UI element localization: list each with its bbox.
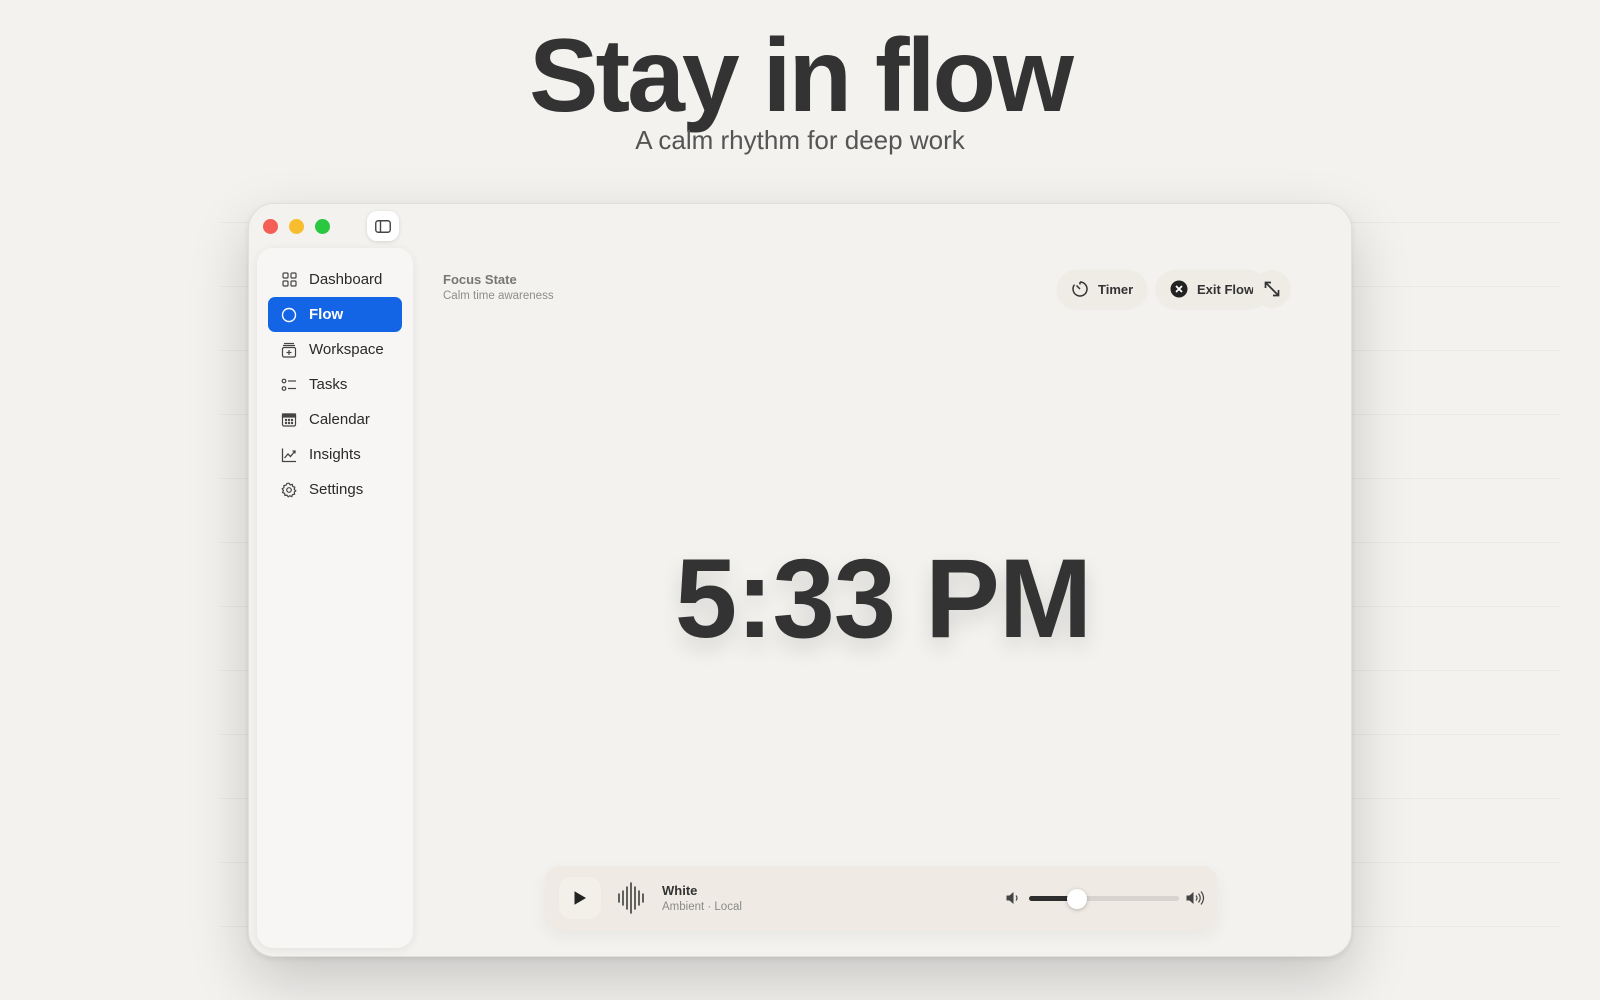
play-button[interactable] [559,877,601,919]
sidebar-item-label: Workspace [309,341,384,358]
checklist-icon [281,377,297,393]
sidebar: Dashboard Flow Workspace Tasks Calendar … [257,248,413,948]
circle-icon [281,307,297,323]
close-circle-icon [1170,280,1188,298]
window-controls [263,219,330,234]
sidebar-item-label: Calendar [309,411,370,428]
volume-slider-thumb[interactable] [1067,889,1087,909]
sidebar-item-workspace[interactable]: Workspace [268,332,402,367]
close-window-button[interactable] [263,219,278,234]
hero: Stay in flow A calm rhythm for deep work [0,18,1600,156]
sidebar-item-tasks[interactable]: Tasks [268,367,402,402]
sidebar-item-flow[interactable]: Flow [268,297,402,332]
calendar-icon [281,412,297,428]
focus-subtitle: Calm time awareness [443,290,554,302]
track-meta: Ambient · Local [662,901,742,913]
zoom-window-button[interactable] [315,219,330,234]
volume-high-icon[interactable] [1185,890,1207,906]
sidebar-item-label: Flow [309,306,344,323]
expand-icon [1264,281,1280,297]
minimize-window-button[interactable] [289,219,304,234]
timer-icon [1071,280,1089,298]
sidebar-item-insights[interactable]: Insights [268,437,402,472]
sidebar-toggle-button[interactable] [367,211,399,241]
sidebar-item-label: Tasks [309,376,348,393]
grid-icon [281,272,297,288]
sidebar-item-label: Settings [309,481,364,498]
sidebar-item-settings[interactable]: Settings [268,472,402,507]
waveform-icon [618,882,644,914]
sidebar-item-calendar[interactable]: Calendar [268,402,402,437]
volume-slider[interactable] [1029,889,1179,909]
hero-title: Stay in flow [529,18,1074,134]
fullscreen-button[interactable] [1253,270,1291,308]
sidebar-item-dashboard[interactable]: Dashboard [268,262,402,297]
app-window: Dashboard Flow Workspace Tasks Calendar … [248,203,1352,957]
play-icon [574,891,586,905]
chart-icon [281,447,297,463]
clock-display: 5:33 PM [674,536,1092,661]
focus-title: Focus State [443,272,517,287]
timer-button-label: Timer [1098,281,1134,297]
exit-flow-label: Exit Flow [1197,281,1255,297]
timer-button[interactable]: Timer [1057,270,1148,308]
ambient-player: White Ambient · Local [545,866,1217,930]
sidebar-item-label: Insights [309,446,361,463]
focus-header: Focus State Calm time awareness [443,272,554,302]
track-name: White [662,883,698,898]
volume-low-icon[interactable] [1005,890,1021,906]
sidebar-icon [375,219,391,233]
exit-flow-button[interactable]: Exit Flow [1156,270,1269,308]
sidebar-item-label: Dashboard [309,271,383,288]
hero-subtitle: A calm rhythm for deep work [635,125,965,156]
workspace-icon [281,342,297,358]
gear-icon [281,482,297,498]
